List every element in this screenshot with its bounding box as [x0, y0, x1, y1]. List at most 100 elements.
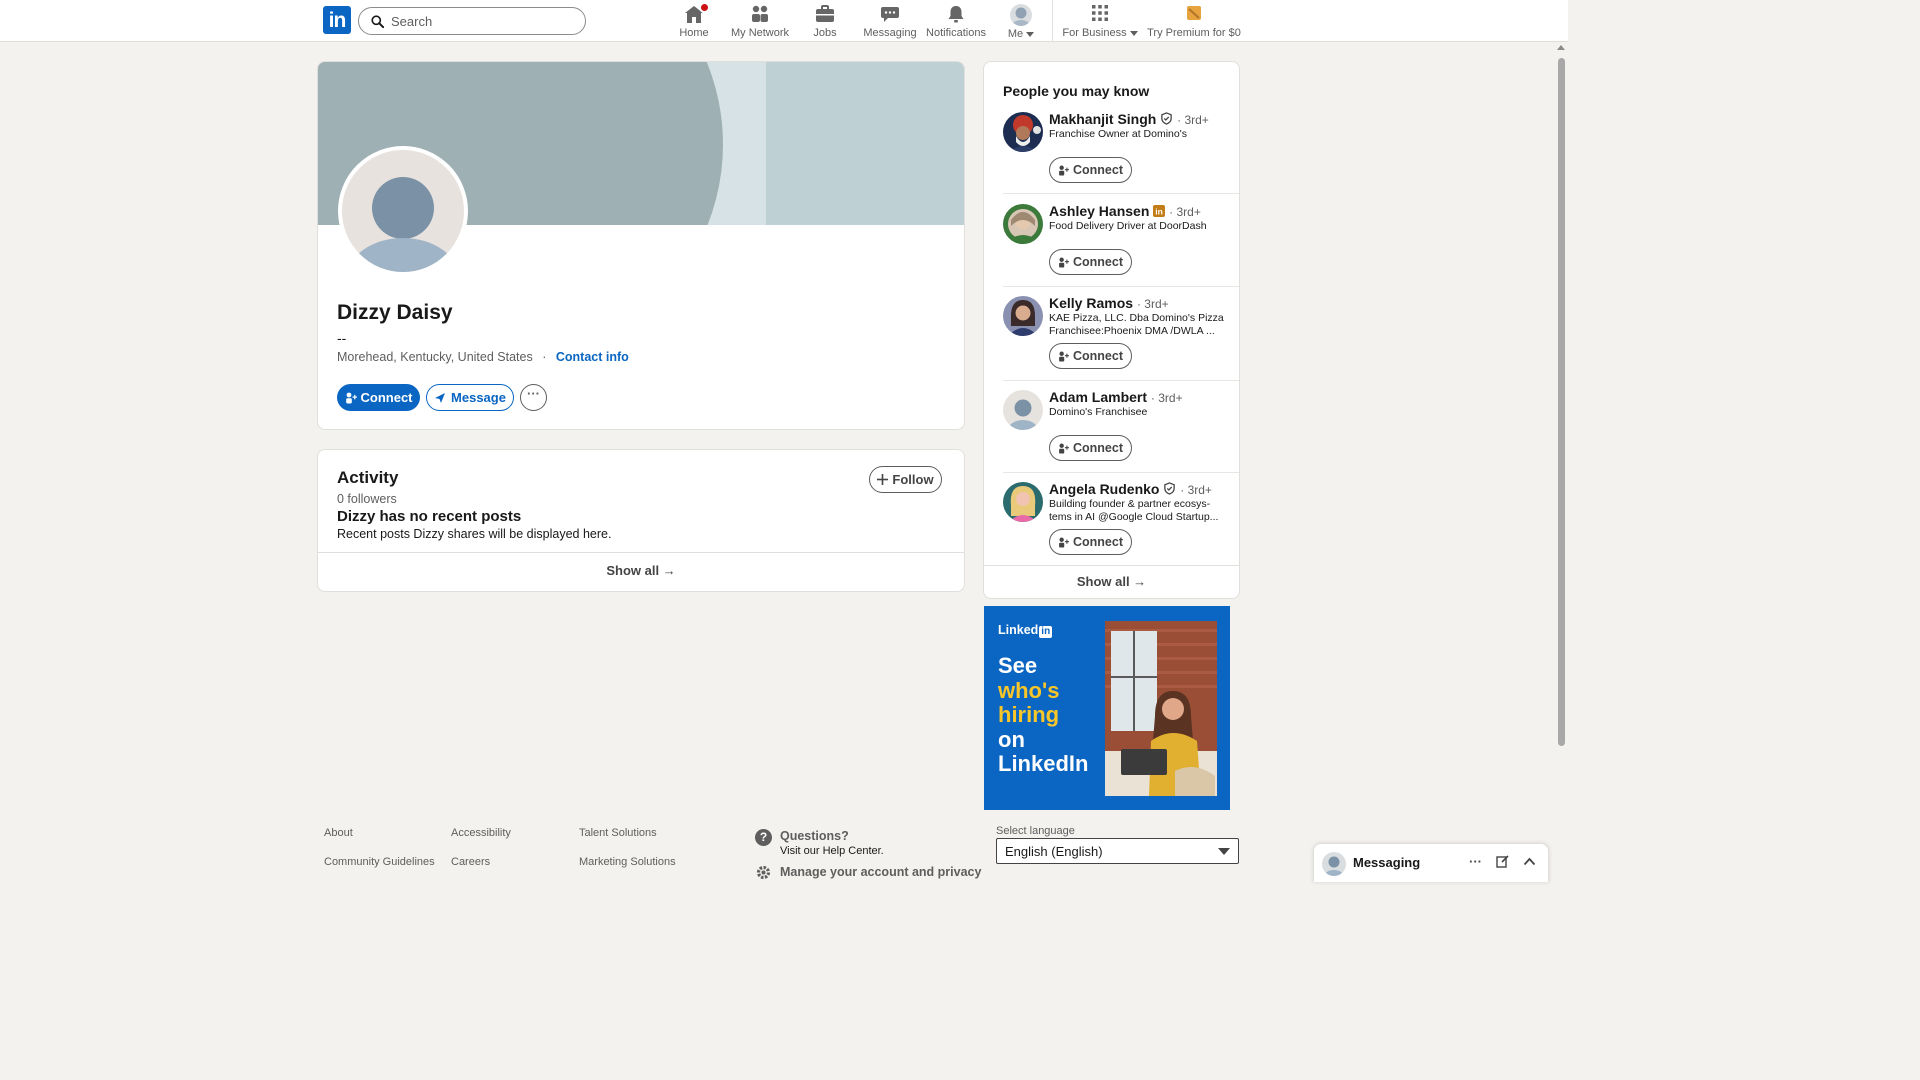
- person-connect-button[interactable]: Connect: [1049, 529, 1132, 555]
- nav-notifications[interactable]: Notifications: [924, 4, 988, 40]
- add-person-icon: [1059, 351, 1069, 362]
- person-avatar[interactable]: [1003, 482, 1043, 522]
- person-title: Domino's Franchisee: [1049, 406, 1148, 418]
- people-icon: [750, 4, 770, 24]
- verified-icon: [1164, 482, 1176, 495]
- add-person-icon: [1059, 165, 1069, 176]
- premium-icon: [1186, 4, 1202, 24]
- person-connect-label: Connect: [1073, 349, 1123, 363]
- nav-try-premium-label: Try Premium for $0: [1147, 27, 1241, 39]
- divider: [984, 565, 1239, 566]
- divider: [1003, 286, 1239, 287]
- person-name-line: Kelly Ramos · 3rd+: [1049, 295, 1169, 311]
- person-avatar[interactable]: [1003, 296, 1043, 336]
- follow-button-label: Follow: [892, 472, 934, 487]
- nav-for-business-label: For Business: [1062, 27, 1127, 39]
- activity-title: Activity: [337, 468, 399, 487]
- more-options-icon[interactable]: ···: [1469, 854, 1482, 869]
- add-person-icon: [1059, 537, 1069, 548]
- person-connect-label: Connect: [1073, 163, 1123, 177]
- dropdown-arrow-icon: [1218, 848, 1230, 855]
- nav-my-network[interactable]: My Network: [729, 4, 791, 40]
- bell-icon: [946, 4, 966, 24]
- ad-photo-woman-laptop: [1105, 621, 1217, 796]
- language-selected-value: English (English): [1005, 844, 1103, 859]
- no-posts-description: Recent posts Dizzy shares will be displa…: [337, 527, 612, 541]
- scroll-up-arrow-icon[interactable]: [1557, 45, 1565, 50]
- compose-icon[interactable]: [1496, 855, 1509, 868]
- nav-for-business[interactable]: For Business: [1061, 4, 1139, 40]
- person-name[interactable]: Adam Lambert: [1049, 389, 1147, 405]
- person-title: KAE Pizza, LLC. Dba Domino's Pizza Franc…: [1049, 312, 1224, 337]
- nav-home-label: Home: [679, 27, 709, 39]
- person-item: Kelly Ramos · 3rd+ KAE Pizza, LLC. Dba D…: [984, 295, 1239, 376]
- profile-headline: --: [337, 330, 347, 346]
- nav-notifications-label: Notifications: [926, 27, 986, 39]
- gear-icon: [756, 865, 771, 880]
- follow-button[interactable]: Follow: [869, 466, 942, 493]
- language-select[interactable]: English (English): [996, 838, 1239, 864]
- message-button[interactable]: Message: [426, 384, 514, 411]
- language-label: Select language: [996, 825, 1075, 837]
- footer-link-marketing-solutions[interactable]: Marketing Solutions: [579, 856, 676, 868]
- activity-show-all-link[interactable]: Show all →: [318, 563, 964, 578]
- user-avatar-icon: [1010, 4, 1032, 26]
- person-title: Franchise Owner at Domino's: [1049, 128, 1187, 140]
- person-avatar[interactable]: [1003, 112, 1043, 152]
- footer-link-about[interactable]: About: [324, 827, 353, 839]
- more-actions-button[interactable]: ···: [520, 384, 547, 411]
- divider: [1003, 380, 1239, 381]
- separator-dot: ·: [542, 350, 547, 364]
- person-name[interactable]: Kelly Ramos: [1049, 295, 1133, 311]
- nav-try-premium[interactable]: Try Premium for $0: [1147, 4, 1241, 40]
- footer-link-accessibility[interactable]: Accessibility: [451, 827, 511, 839]
- hiring-advertisement[interactable]: Linked in See who's hiring on LinkedIn: [984, 606, 1230, 810]
- people-title: People you may know: [1003, 83, 1150, 99]
- contact-info-link[interactable]: Contact info: [556, 350, 629, 364]
- help-center-link[interactable]: Visit our Help Center.: [780, 845, 884, 857]
- connect-button[interactable]: Connect: [337, 384, 420, 411]
- people-show-all-link[interactable]: Show all →: [984, 574, 1239, 589]
- footer-link-careers[interactable]: Careers: [451, 856, 490, 868]
- chevron-down-icon: [1026, 31, 1035, 37]
- messaging-overlay-bar[interactable]: Messaging ···: [1313, 843, 1549, 882]
- person-degree: · 3rd+: [1169, 205, 1201, 219]
- profile-avatar[interactable]: [338, 146, 468, 276]
- footer-link-community-guidelines[interactable]: Community Guidelines: [324, 856, 435, 868]
- footer-link-talent-solutions[interactable]: Talent Solutions: [579, 827, 657, 839]
- divider: [318, 552, 964, 553]
- person-name-line: Adam Lambert · 3rd+: [1049, 389, 1183, 405]
- person-name-line: Makhanjit Singh · 3rd+: [1049, 111, 1209, 127]
- search-box[interactable]: [358, 7, 586, 35]
- chevron-up-icon[interactable]: [1523, 857, 1536, 866]
- notification-badge: [699, 2, 710, 13]
- messaging-avatar: [1322, 852, 1346, 876]
- nav-jobs[interactable]: Jobs: [805, 4, 845, 40]
- linkedin-premium-icon: in: [1153, 205, 1166, 217]
- person-avatar[interactable]: [1003, 204, 1043, 244]
- person-connect-button[interactable]: Connect: [1049, 157, 1132, 183]
- linkedin-logo[interactable]: in: [323, 6, 351, 34]
- person-name[interactable]: Ashley Hansen: [1049, 203, 1149, 219]
- nav-jobs-label: Jobs: [813, 27, 837, 39]
- profile-name: Dizzy Daisy: [337, 301, 453, 324]
- scrollbar-thumb[interactable]: [1558, 58, 1565, 746]
- person-connect-button[interactable]: Connect: [1049, 343, 1132, 369]
- person-name[interactable]: Makhanjit Singh: [1049, 111, 1156, 127]
- manage-account-link[interactable]: Manage your account and privacy: [780, 865, 981, 879]
- nav-home[interactable]: Home: [674, 2, 714, 40]
- person-connect-button[interactable]: Connect: [1049, 435, 1132, 461]
- person-connect-button[interactable]: Connect: [1049, 249, 1132, 275]
- person-avatar[interactable]: [1003, 390, 1043, 430]
- person-name-line: Ashley Hansen in · 3rd+: [1049, 203, 1201, 219]
- divider: [1003, 472, 1239, 473]
- person-item: Makhanjit Singh · 3rd+ Franchise Owner a…: [984, 111, 1239, 192]
- nav-me[interactable]: Me: [1003, 4, 1039, 40]
- linkedin-ad-logo: Linked in: [998, 623, 1053, 638]
- nav-messaging[interactable]: Messaging: [862, 4, 918, 40]
- message-button-label: Message: [451, 390, 506, 405]
- search-input[interactable]: [391, 12, 571, 31]
- person-degree: · 3rd+: [1136, 297, 1169, 311]
- person-name[interactable]: Angela Rudenko: [1049, 481, 1159, 497]
- person-item: Adam Lambert · 3rd+ Domino's Franchisee …: [984, 389, 1239, 470]
